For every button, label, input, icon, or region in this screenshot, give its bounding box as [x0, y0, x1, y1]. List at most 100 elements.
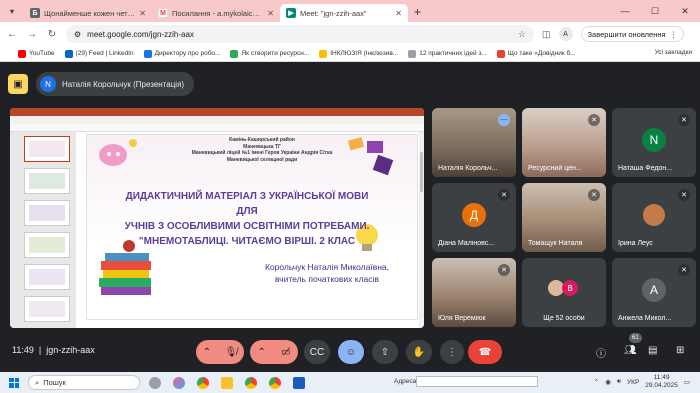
- meet-header: ▣ N Наталія Корольчук (Презентація): [0, 62, 700, 106]
- participant-name: Діана Маліновс...: [438, 240, 495, 247]
- bookmark-star-icon[interactable]: ☆: [518, 29, 526, 40]
- network-icon[interactable]: ◉: [605, 378, 611, 386]
- slide-header: Камінь-Каширський район Маневицька ТГ Ма…: [187, 137, 337, 163]
- chevron-up-icon[interactable]: ⌃: [594, 378, 599, 386]
- volume-icon[interactable]: 🔊︎: [617, 378, 621, 386]
- chevron-up-icon[interactable]: ⌃: [258, 347, 266, 358]
- taskbar-clock[interactable]: 11:49 29.04.2025: [645, 374, 678, 390]
- presenter-pill[interactable]: N Наталія Корольчук (Презентація): [36, 72, 195, 96]
- chevron-up-icon[interactable]: ⌃: [203, 347, 211, 358]
- reload-icon[interactable]: ↻: [46, 29, 58, 40]
- mic-off-icon: ✕: [678, 264, 690, 276]
- taskbar-chrome-3[interactable]: [266, 374, 284, 392]
- back-icon[interactable]: ←: [6, 29, 18, 40]
- language-indicator[interactable]: УКР: [627, 379, 639, 386]
- notifications-icon[interactable]: ▭: [684, 378, 690, 386]
- emoji-button[interactable]: ☺: [338, 340, 364, 364]
- info-icon[interactable]: ⓘ: [596, 345, 606, 360]
- participant-name: Наталія Корольч...: [438, 165, 498, 172]
- windows-logo-icon: [9, 377, 19, 388]
- forward-icon[interactable]: →: [26, 29, 38, 40]
- presentation-icon[interactable]: ▣: [8, 74, 28, 94]
- tab-search-icon[interactable]: ▾: [6, 5, 18, 17]
- present-button[interactable]: ⇧: [372, 340, 398, 364]
- chat-icon[interactable]: ▤: [648, 345, 657, 356]
- taskbar-weather[interactable]: [146, 374, 164, 392]
- more-options-button[interactable]: ⋮: [440, 340, 464, 364]
- scrollbar-thumb[interactable]: [420, 152, 423, 192]
- minimize-icon[interactable]: —: [610, 0, 640, 22]
- slide-thumbnails: [10, 132, 76, 328]
- camera-toggle[interactable]: ⌃ ▭̸: [250, 340, 298, 364]
- browser-tab-1[interactable]: Б Щонайменше кожен четвертий ш ✕: [24, 4, 152, 22]
- update-button[interactable]: Завершити оновлення ⋮: [580, 26, 685, 42]
- bookmark-resource[interactable]: Як створити ресурсн...: [230, 49, 310, 58]
- participant-tile[interactable]: A ✕ Анжела Микол...: [612, 258, 696, 327]
- taskbar-chrome-2[interactable]: [242, 374, 260, 392]
- hand-icon: ✋: [412, 346, 426, 358]
- slide-header-line: Маневицький ліцей №1 імені Героя України…: [191, 150, 333, 156]
- close-icon[interactable]: ✕: [267, 9, 274, 18]
- start-button[interactable]: [0, 372, 28, 393]
- browser-tab-meet[interactable]: ▶ Meet: "jgn-zzih-aax" ✕: [280, 4, 408, 22]
- toolbar-icons: ◫ A Завершити оновлення ⋮: [542, 26, 685, 42]
- current-slide: Камінь-Каширський район Маневицька ТГ Ма…: [86, 134, 418, 320]
- camera-off-icon: ▭̸: [281, 346, 291, 358]
- participants-count-badge: 61: [629, 333, 642, 343]
- taskbar-files[interactable]: [218, 374, 236, 392]
- participant-name: Анжела Микол...: [618, 315, 672, 322]
- extensions-icon[interactable]: ◫: [542, 29, 551, 40]
- taskbar-copilot[interactable]: [170, 374, 188, 392]
- bookmark-youtube[interactable]: YouTube: [18, 49, 55, 58]
- close-icon[interactable]: ✕: [395, 9, 402, 18]
- slide-author: Корольчук Наталія Миколаївна, вчитель по…: [237, 261, 417, 285]
- bookmark-label: Як створити ресурсн...: [241, 50, 310, 57]
- slide-thumbnail: [24, 296, 70, 322]
- tab-title: Meet: "jgn-zzih-aax": [300, 8, 367, 18]
- speaking-icon: ⋯: [498, 114, 510, 126]
- participant-tile[interactable]: N ✕ Наташа Федон...: [612, 108, 696, 177]
- people-icon[interactable]: 👥︎: [624, 345, 637, 356]
- address-bar[interactable]: ⚙ meet.google.com/jgn-zzih-aax ☆: [66, 25, 534, 43]
- new-tab-button[interactable]: +: [408, 5, 427, 22]
- activities-icon[interactable]: ⊞: [676, 345, 684, 356]
- bookmark-handbook[interactable]: Що таке «Довідник б...: [496, 49, 576, 58]
- page-icon: [143, 49, 152, 58]
- taskbar-search[interactable]: ⌕ Пошук: [28, 375, 140, 390]
- participant-tile[interactable]: Д ✕ Діана Маліновс...: [432, 183, 516, 252]
- participant-name: Томащук Наталя: [528, 240, 583, 247]
- thumbnail-content: [29, 269, 65, 285]
- browser-tab-2[interactable]: M Посилання - a.mykolaichuk@vipp ✕: [152, 4, 280, 22]
- slide-scrollbar[interactable]: [419, 132, 424, 328]
- bookmark-inclusion[interactable]: ІНКЛЮЗІЯ (Інклюзив...: [319, 49, 398, 58]
- participant-name: Наташа Федон...: [618, 165, 673, 172]
- microphone-toggle[interactable]: ⌃ 🎙︎̸: [196, 340, 244, 364]
- bookmark-director[interactable]: Директору про робо...: [143, 49, 220, 58]
- participant-tile[interactable]: ✕ Ірина Леус: [612, 183, 696, 252]
- captions-button[interactable]: CC: [304, 340, 330, 364]
- meeting-time-code: 11:49 | jgn-zzih-aax: [12, 345, 95, 355]
- participant-tile[interactable]: ✕ Ресурсний цен...: [522, 108, 606, 177]
- bookmark-ideas[interactable]: 12 практичних ідей з...: [408, 49, 487, 58]
- participant-name: Ресурсний цен...: [528, 165, 582, 172]
- participant-name: Ірина Леус: [618, 240, 653, 247]
- leave-call-button[interactable]: ☎: [468, 340, 502, 364]
- close-icon[interactable]: ✕: [139, 9, 146, 18]
- address-toolbar-input[interactable]: [416, 376, 538, 387]
- address-toolbar-label: Адреса: [394, 378, 417, 385]
- participant-tile[interactable]: ✕ Томащук Наталя: [522, 183, 606, 252]
- mic-off-icon: ✕: [498, 189, 510, 201]
- participant-tile[interactable]: ✕ Юля Вереміюк: [432, 258, 516, 327]
- site-info-icon[interactable]: ⚙: [74, 30, 81, 39]
- more-participants-tile[interactable]: B Ще 52 особи: [522, 258, 606, 327]
- page-icon: [319, 49, 328, 58]
- taskbar-word[interactable]: [290, 374, 308, 392]
- bookmark-linkedin[interactable]: (29) Feed | LinkedIn: [64, 49, 134, 58]
- taskbar-chrome[interactable]: [194, 374, 212, 392]
- close-window-icon[interactable]: ✕: [670, 0, 700, 22]
- raise-hand-button[interactable]: ✋: [406, 340, 432, 364]
- profile-avatar[interactable]: A: [558, 27, 573, 41]
- all-bookmarks-link[interactable]: Усі закладки: [655, 49, 692, 56]
- maximize-icon[interactable]: ☐: [640, 0, 670, 22]
- participant-tile[interactable]: ⋯ Наталія Корольч...: [432, 108, 516, 177]
